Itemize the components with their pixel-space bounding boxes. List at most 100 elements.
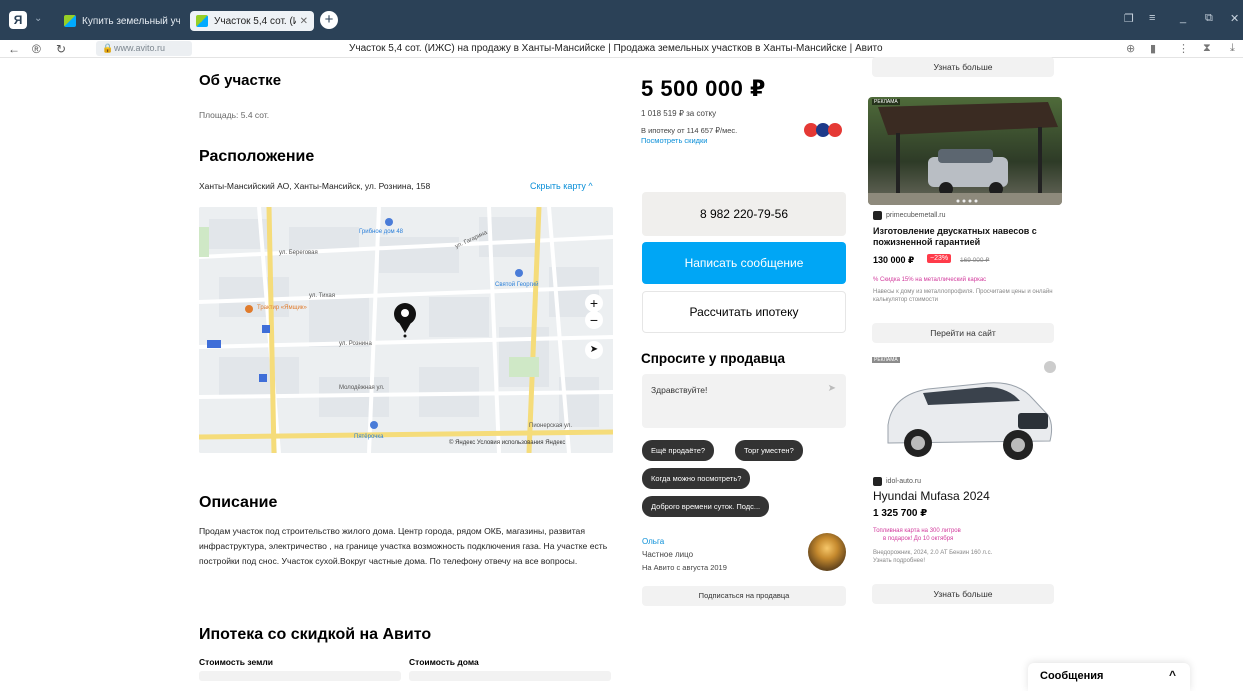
hide-map-link[interactable]: Скрыть карту ^ <box>530 181 593 191</box>
send-icon[interactable]: ➤ <box>828 383 836 394</box>
ad-promo: Топливная карта на 300 литров <box>873 528 961 534</box>
back-icon[interactable]: ← <box>8 42 20 56</box>
ask-seller-heading: Спросите у продавца <box>641 351 785 366</box>
seller-avatar[interactable] <box>808 533 846 571</box>
old-price: 169 000 ₽ <box>960 257 990 264</box>
see-discounts-link[interactable]: Посмотреть скидки <box>641 136 708 145</box>
map-attribution[interactable]: © Яндекс Условия использования Яндекс <box>449 440 565 446</box>
location-heading: Расположение <box>199 148 315 165</box>
quick-question-chip[interactable]: Когда можно посмотреть? <box>642 468 751 489</box>
map-label: Трактир «Ямщик» <box>257 305 307 311</box>
tab-active-listing[interactable]: Участок 5,4 сот. (ИЖС) ✕ <box>190 11 314 31</box>
avito-favicon-icon <box>196 15 208 27</box>
info-icon[interactable] <box>1044 361 1056 373</box>
ad-title[interactable]: Изготовление двускатных навесов с пожизн… <box>873 226 1058 248</box>
avito-favicon-icon <box>64 15 76 27</box>
menu-icon[interactable]: ≡ <box>1149 12 1155 24</box>
address-text: Ханты-Мансийский АО, Ханты-Мансийск, ул.… <box>199 181 431 191</box>
ad-domain-text: idol-auto.ru <box>886 478 922 485</box>
url-field[interactable]: 🔒 www.avito.ru <box>96 41 192 56</box>
map-label: Святой Георгий <box>495 282 539 288</box>
tab-label: Купить земельный участ <box>82 15 180 27</box>
ad-label: РЕКЛАМА <box>872 357 900 363</box>
description-heading: Описание <box>199 494 278 511</box>
shield-icon[interactable]: ® <box>32 42 41 56</box>
address-bar: ← ® ↻ 🔒 www.avito.ru Участок 5,4 сот. (И… <box>0 40 1243 58</box>
price-per-sotka: 1 018 519 ₽ за сотку <box>641 109 717 118</box>
learn-more-button[interactable]: Узнать больше <box>872 57 1054 77</box>
map-drawing <box>199 207 613 453</box>
map-label: ул. Рознина <box>339 341 372 347</box>
carport-ad-image[interactable]: РЕКЛАМА <box>868 97 1062 205</box>
close-window-icon[interactable]: ✕ <box>1230 12 1239 25</box>
tab-strip: Я ⌄ Купить земельный участ Участок 5,4 с… <box>0 10 1243 32</box>
chevron-down-icon[interactable]: ⌄ <box>34 13 42 24</box>
ad-label: РЕКЛАМА <box>872 99 900 105</box>
bank-icons <box>804 123 842 137</box>
seller-type: Частное лицо <box>642 550 694 559</box>
close-icon[interactable]: ✕ <box>300 16 308 27</box>
tabs-icon[interactable]: ❐ <box>1124 12 1134 25</box>
mortgage-from-text: В ипотеку от 114 657 ₽/мес. <box>641 126 738 135</box>
translate-icon[interactable]: ⊕ <box>1126 42 1135 55</box>
quick-question-chip[interactable]: Ещё продаёте? <box>642 440 715 461</box>
minimize-icon[interactable]: _ <box>1180 12 1186 24</box>
seller-name-link[interactable]: Ольга <box>642 537 664 546</box>
site-icon <box>873 477 882 486</box>
quick-question-chip[interactable]: Торг уместен? <box>735 440 803 461</box>
bank-logo-icon <box>828 123 842 137</box>
zoom-in-icon[interactable]: + <box>585 294 603 312</box>
carport-illustration <box>868 102 1062 205</box>
restore-icon[interactable]: ⧉ <box>1205 12 1213 25</box>
ad-domain: idol-auto.ru <box>873 477 921 486</box>
ad-note: Внедорожник, 2024, 2.0 AT Бензин 160 л.с… <box>873 550 993 556</box>
ad-price: 130 000 ₽ <box>873 255 915 265</box>
site-icon <box>873 211 882 220</box>
browser-titlebar: Я ⌄ Купить земельный участ Участок 5,4 с… <box>0 0 1243 40</box>
extensions-icon[interactable]: ⧗ <box>1203 42 1211 55</box>
ad-promo: в подарок! До 10 октября <box>883 536 954 542</box>
ask-seller-input[interactable]: Здравствуйте! ➤ <box>642 374 846 428</box>
quick-question-chip[interactable]: Доброго времени суток. Подс... <box>642 496 770 517</box>
land-cost-label: Стоимость земли <box>199 657 273 667</box>
calc-mortgage-button[interactable]: Рассчитать ипотеку <box>642 291 846 333</box>
url-text: www.avito.ru <box>114 43 166 53</box>
house-cost-label: Стоимость дома <box>409 657 479 667</box>
seller-since: На Авито с августа 2019 <box>642 563 727 572</box>
area-value: Площадь: 5.4 сот. <box>199 110 270 120</box>
ad-domain: primecubemetall.ru <box>873 211 946 220</box>
description-text: Продам участок под строительство жилого … <box>199 526 608 566</box>
subscribe-seller-button[interactable]: Подписаться на продавца <box>642 586 846 606</box>
bookmark-icon[interactable]: ▮ <box>1150 42 1156 55</box>
ask-seller-value: Здравствуйте! <box>651 385 708 395</box>
car-ad-image[interactable]: РЕКЛАМА <box>868 355 1062 467</box>
ad-title[interactable]: Hyundai Mufasa 2024 <box>873 489 990 503</box>
map-label: Пионерская ул. <box>529 423 573 429</box>
geolocation-icon[interactable]: ➤ <box>585 341 603 359</box>
reload-icon[interactable]: ↻ <box>56 42 66 56</box>
ad-note: Навесы к дому из металлопрофиля. Просчит… <box>873 289 1053 303</box>
suv-illustration <box>868 355 1062 467</box>
phone-button[interactable]: 8 982 220-79-56 <box>642 192 846 236</box>
write-message-button[interactable]: Написать сообщение <box>642 242 846 284</box>
messages-widget[interactable]: Сообщения ^ <box>1028 663 1190 691</box>
download-icon[interactable]: ⤓ <box>1230 42 1235 55</box>
learn-more-button[interactable]: Узнать больше <box>872 584 1054 604</box>
more-icon[interactable]: ⋮ <box>1178 42 1189 55</box>
discount-badge: −23% <box>927 254 952 263</box>
ad-promo: % Скидка 15% на металлический каркас <box>873 277 987 283</box>
map-label: ул. Береговая <box>279 250 318 256</box>
go-to-site-button[interactable]: Перейти на сайт <box>872 323 1054 343</box>
ad-note: Узнать подробнее! <box>873 558 926 564</box>
listing-price: 5 500 000 ₽ <box>641 76 766 101</box>
location-map[interactable]: Грибное дом 48 ул. Береговая ул. Гагарин… <box>199 207 613 453</box>
map-label: ул. Тихая <box>309 293 335 299</box>
new-tab-icon[interactable]: + <box>320 11 338 29</box>
zoom-out-icon[interactable]: − <box>585 311 603 329</box>
browser-logo-icon[interactable]: Я <box>9 11 27 29</box>
ad-price: 1 325 700 ₽ <box>873 508 928 519</box>
tab-land-search[interactable]: Купить земельный участ <box>58 11 186 31</box>
tab-label: Участок 5,4 сот. (ИЖС) <box>214 15 296 27</box>
page-title: Участок 5,4 сот. (ИЖС) на продажу в Хант… <box>349 43 883 54</box>
map-label: Пятёрочка <box>354 434 384 440</box>
